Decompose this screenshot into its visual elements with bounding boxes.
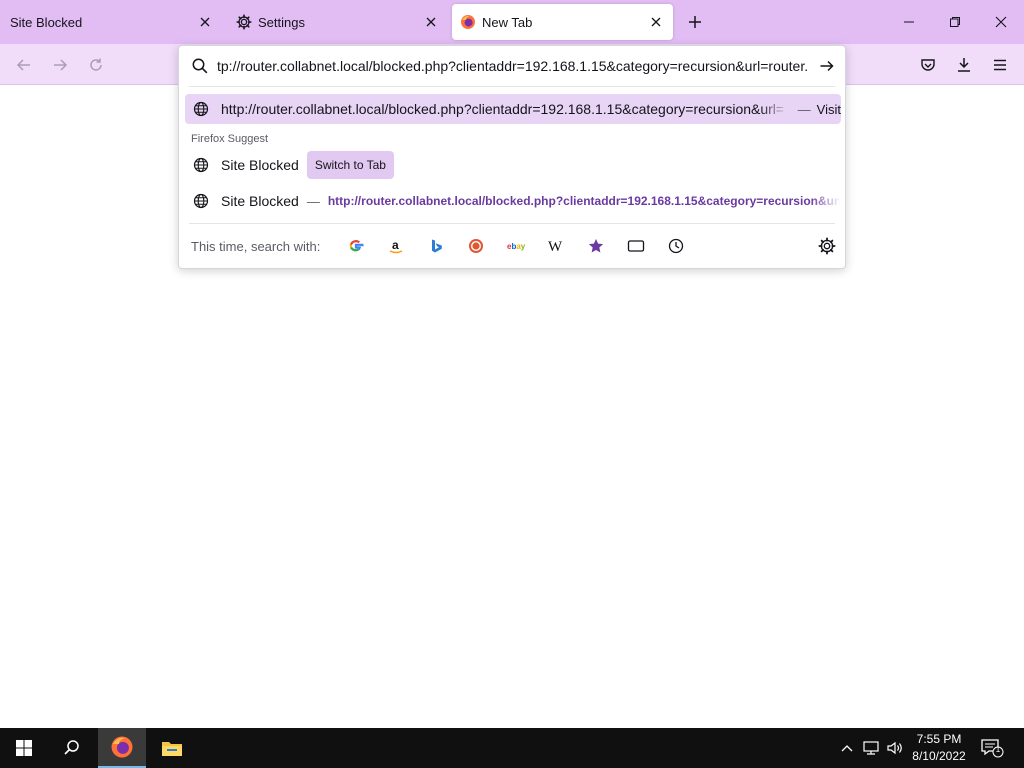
tab-label: Settings	[258, 14, 305, 30]
close-icon[interactable]	[422, 13, 440, 31]
reload-button[interactable]	[84, 53, 108, 77]
tab-label: New Tab	[482, 14, 533, 30]
globe-icon	[193, 157, 209, 173]
downloads-button[interactable]	[952, 53, 976, 77]
new-tab-button[interactable]	[684, 11, 706, 33]
bing-icon[interactable]	[427, 237, 445, 255]
globe-icon	[193, 193, 209, 209]
back-button[interactable]	[12, 53, 36, 77]
window-close-button[interactable]	[978, 0, 1024, 44]
restore-icon	[950, 17, 960, 27]
suggestion-url: http://router.collabnet.local/blocked.ph…	[221, 101, 785, 117]
history-icon[interactable]	[667, 237, 685, 255]
suggestion-visit-url[interactable]: http://router.collabnet.local/blocked.ph…	[185, 94, 841, 124]
restore-button[interactable]	[932, 0, 978, 44]
volume-icon[interactable]	[886, 740, 904, 756]
notification-center-icon[interactable]: 1	[980, 738, 1004, 758]
separator: —	[306, 193, 320, 209]
urlbar-popup: tp://router.collabnet.local/blocked.php?…	[178, 45, 846, 269]
chevron-up-icon[interactable]	[838, 740, 856, 756]
go-button[interactable]	[817, 56, 837, 76]
windows-logo-icon	[16, 740, 32, 756]
minimize-icon	[904, 21, 914, 23]
suggestion-title: Site Blocked	[221, 193, 299, 209]
arrow-right-icon	[54, 59, 68, 71]
firefox-icon	[111, 736, 133, 758]
tab-settings[interactable]: Settings	[228, 4, 448, 40]
one-off-search-bar: This time, search with: a ebay W	[179, 224, 845, 268]
search-with-label: This time, search with:	[191, 239, 321, 254]
wikipedia-icon[interactable]: W	[547, 237, 565, 255]
tabs-icon[interactable]	[627, 237, 645, 255]
notification-count: 1	[995, 745, 1001, 754]
suggestion-url: http://router.collabnet.local/blocked.ph…	[327, 194, 841, 208]
tab-new-tab[interactable]: New Tab	[452, 4, 673, 40]
tab-site-blocked[interactable]: Site Blocked	[0, 4, 222, 40]
url-bar: tp://router.collabnet.local/blocked.php?…	[179, 46, 845, 86]
suggestion-switch-tab[interactable]: Site Blocked Switch to Tab	[185, 150, 841, 180]
switch-to-tab-button[interactable]: Switch to Tab	[306, 151, 394, 179]
clock-time: 7:55 PM	[916, 732, 962, 746]
bookmarks-icon[interactable]	[587, 237, 605, 255]
start-button[interactable]	[0, 728, 48, 768]
svg-text:a: a	[392, 238, 399, 252]
suggestion-history[interactable]: Site Blocked — http://router.collabnet.l…	[185, 186, 841, 216]
search-icon	[191, 57, 209, 75]
minimize-button[interactable]	[886, 0, 932, 44]
firefox-icon	[460, 14, 476, 30]
globe-icon	[193, 101, 209, 117]
close-icon[interactable]	[647, 13, 665, 31]
svg-text:ebay: ebay	[507, 242, 525, 251]
arrow-right-icon	[820, 60, 834, 72]
windows-taskbar: 7:55 PM 8/10/2022 1	[0, 728, 1024, 768]
download-icon	[958, 58, 970, 72]
reload-icon	[90, 58, 102, 71]
duckduckgo-icon[interactable]	[467, 237, 485, 255]
taskbar-file-explorer[interactable]	[148, 728, 196, 768]
amazon-icon[interactable]: a	[387, 237, 405, 255]
search-icon	[64, 740, 79, 755]
suggestion-title: Site Blocked	[221, 157, 299, 173]
taskbar-firefox[interactable]	[98, 728, 146, 768]
folder-icon	[162, 742, 182, 756]
taskbar-search-button[interactable]	[48, 728, 96, 768]
firefox-suggest-label: Firefox Suggest	[191, 133, 269, 145]
system-clock[interactable]: 7:55 PM 8/10/2022	[908, 731, 970, 765]
address-input[interactable]: tp://router.collabnet.local/blocked.php?…	[217, 55, 815, 77]
app-menu-button[interactable]	[988, 53, 1012, 77]
tab-label: Site Blocked	[10, 14, 83, 30]
arrow-left-icon	[16, 59, 30, 71]
google-icon[interactable]	[347, 237, 365, 255]
clock-date: 8/10/2022	[912, 749, 966, 763]
plus-icon	[689, 16, 701, 28]
svg-text:W: W	[548, 239, 563, 254]
tab-strip: Site Blocked Settings New Tab	[0, 0, 1024, 44]
close-icon[interactable]	[196, 13, 214, 31]
separator: —	[797, 101, 811, 117]
pocket-button[interactable]	[916, 53, 940, 77]
network-icon[interactable]	[862, 740, 880, 756]
forward-button[interactable]	[48, 53, 72, 77]
ebay-icon[interactable]: ebay	[507, 237, 525, 255]
visit-label: Visit	[816, 101, 841, 117]
close-icon	[995, 16, 1007, 28]
divider	[189, 86, 835, 87]
gear-icon	[236, 14, 252, 30]
hamburger-menu-icon	[994, 59, 1006, 71]
search-settings-gear-icon[interactable]	[818, 237, 836, 255]
pocket-icon	[921, 59, 935, 71]
